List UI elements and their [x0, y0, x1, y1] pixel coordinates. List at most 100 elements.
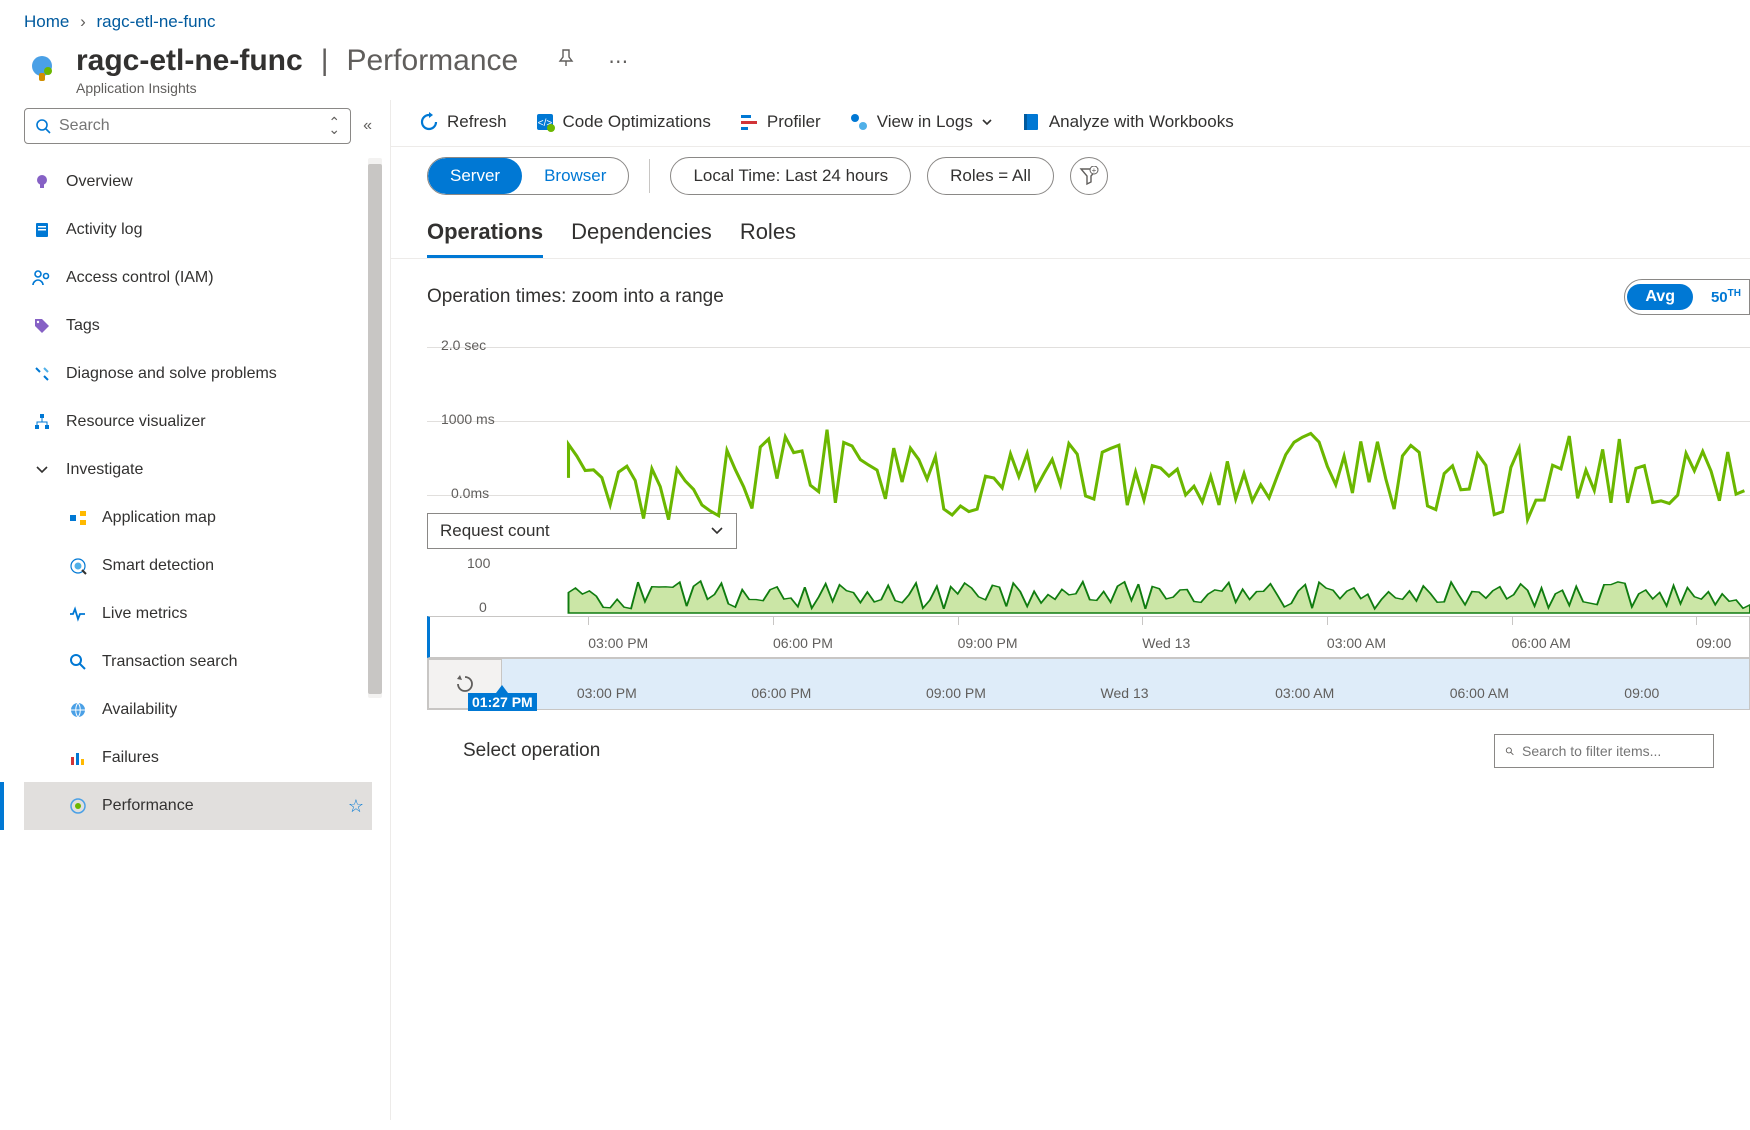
tab-operations[interactable]: Operations [427, 213, 543, 258]
chevron-down-icon [981, 116, 993, 128]
view-logs-button[interactable]: View in Logs [849, 112, 993, 132]
radar-icon [68, 556, 88, 576]
collapse-icon[interactable]: « [363, 117, 372, 135]
sidebar-search[interactable]: ⌃⌄ [24, 108, 351, 144]
breadcrumb-sep: › [80, 12, 86, 31]
y-axis-label: 2.0 sec [441, 337, 486, 353]
time-tick: 06:00 AM [1512, 635, 1571, 651]
nav-transaction-search[interactable]: Transaction search [24, 638, 372, 686]
time-tick: 09:00 [1624, 685, 1659, 701]
select-operation-title: Select operation [463, 740, 600, 762]
request-count-chart[interactable]: 100 0 [427, 553, 1750, 619]
lightbulb-icon [32, 172, 52, 192]
operation-filter[interactable] [1494, 734, 1714, 768]
workbooks-button[interactable]: Analyze with Workbooks [1021, 112, 1234, 132]
search-icon [1505, 744, 1514, 758]
chart-title: Operation times: zoom into a range [427, 286, 724, 308]
star-icon[interactable]: ☆ [348, 796, 364, 817]
logs-icon [849, 112, 869, 132]
time-tick: 06:00 PM [773, 635, 833, 651]
nav-iam[interactable]: Access control (IAM) [24, 254, 372, 302]
nav-live-metrics[interactable]: Live metrics [24, 590, 372, 638]
nav-tags[interactable]: Tags [24, 302, 372, 350]
page-title: ragc-etl-ne-func [76, 44, 303, 78]
time-tick: 03:00 AM [1275, 685, 1334, 701]
refresh-button[interactable]: Refresh [419, 112, 507, 132]
profiler-button[interactable]: Profiler [739, 112, 821, 132]
sidebar: ⌃⌄ « Overview Activity log Access contro… [0, 100, 390, 1120]
nav: Overview Activity log Access control (IA… [24, 158, 372, 830]
server-browser-toggle[interactable]: Server Browser [427, 157, 629, 195]
avg-button[interactable]: Avg [1627, 284, 1693, 310]
sidebar-search-input[interactable] [59, 117, 328, 135]
tabs: Operations Dependencies Roles [391, 213, 1750, 259]
time-tick: 06:00 AM [1450, 685, 1509, 701]
time-tick: 09:00 PM [926, 685, 986, 701]
breadcrumb: Home › ragc-etl-ne-func [0, 0, 1750, 40]
nav-overview[interactable]: Overview [24, 158, 372, 206]
more-icon[interactable]: ⋯ [608, 49, 628, 74]
titlebar: ragc-etl-ne-func | Performance ⋯ Applica… [0, 40, 1750, 100]
nav-smart-detection[interactable]: Smart detection [24, 542, 372, 590]
toggle-server[interactable]: Server [428, 158, 522, 194]
time-tick: 06:00 PM [751, 685, 811, 701]
search-icon [35, 118, 51, 134]
log-icon [32, 220, 52, 240]
time-tick: 03:00 PM [577, 685, 637, 701]
people-icon [32, 268, 52, 288]
code-optimizations-button[interactable]: </> Code Optimizations [535, 112, 711, 132]
nav-investigate[interactable]: Investigate [24, 446, 372, 494]
pin-icon[interactable] [556, 48, 576, 74]
p50-button[interactable]: 50TH [1711, 288, 1747, 306]
content: Refresh </> Code Optimizations Profiler … [390, 100, 1750, 1120]
map-icon [68, 508, 88, 528]
time-tick: 09:00 [1696, 635, 1731, 651]
workbook-icon [1021, 112, 1041, 132]
time-tick: 09:00 PM [958, 635, 1018, 651]
nav-performance[interactable]: Performance ☆ [24, 782, 372, 830]
tab-roles[interactable]: Roles [740, 213, 796, 258]
y-axis-label: 100 [467, 555, 490, 571]
nav-failures[interactable]: Failures [24, 734, 372, 782]
sort-icon[interactable]: ⌃⌄ [328, 119, 340, 133]
roles-chip[interactable]: Roles = All [927, 157, 1054, 195]
app-insights-icon [24, 52, 60, 88]
time-marker: 01:27 PM [468, 685, 537, 711]
percentile-selector[interactable]: Avg 50TH [1624, 279, 1750, 315]
y-axis-label: 0.0ms [451, 485, 489, 501]
svg-text:+: + [1092, 166, 1097, 175]
nav-activity-log[interactable]: Activity log [24, 206, 372, 254]
breadcrumb-resource[interactable]: ragc-etl-ne-func [97, 12, 216, 31]
toolbar: Refresh </> Code Optimizations Profiler … [391, 100, 1750, 146]
breadcrumb-home[interactable]: Home [24, 12, 69, 31]
chevron-down-icon [32, 460, 52, 480]
scrollbar-thumb[interactable] [368, 164, 382, 694]
wrench-icon [32, 364, 52, 384]
time-tick: 03:00 AM [1327, 635, 1386, 651]
tag-icon [32, 316, 52, 336]
nav-diagnose[interactable]: Diagnose and solve problems [24, 350, 372, 398]
funnel-icon: + [1079, 166, 1099, 186]
subtitle: Application Insights [76, 80, 628, 96]
time-axis-2[interactable]: 03:00 PM06:00 PM09:00 PMWed 1303:00 AM06… [427, 658, 1750, 710]
page-section: Performance [346, 44, 518, 78]
bars-icon [68, 748, 88, 768]
operation-filter-input[interactable] [1522, 743, 1703, 759]
toggle-browser[interactable]: Browser [522, 158, 628, 194]
filter-bar: Server Browser Local Time: Last 24 hours… [391, 146, 1750, 213]
refresh-icon [419, 112, 439, 132]
time-tick: Wed 13 [1142, 635, 1190, 651]
code-icon: </> [535, 112, 555, 132]
tree-icon [32, 412, 52, 432]
line-chart-svg [499, 325, 1750, 561]
nav-availability[interactable]: Availability [24, 686, 372, 734]
area-chart-svg [499, 553, 1750, 615]
search-icon [68, 652, 88, 672]
add-filter-button[interactable]: + [1070, 157, 1108, 195]
tab-dependencies[interactable]: Dependencies [571, 213, 712, 258]
nav-visualizer[interactable]: Resource visualizer [24, 398, 372, 446]
operation-times-chart[interactable]: 2.0 sec 1000 ms 0.0ms [427, 325, 1750, 513]
time-axis-1[interactable]: 03:00 PM06:00 PM09:00 PMWed 1303:00 AM06… [427, 616, 1750, 658]
time-range-chip[interactable]: Local Time: Last 24 hours [670, 157, 911, 195]
nav-application-map[interactable]: Application map [24, 494, 372, 542]
